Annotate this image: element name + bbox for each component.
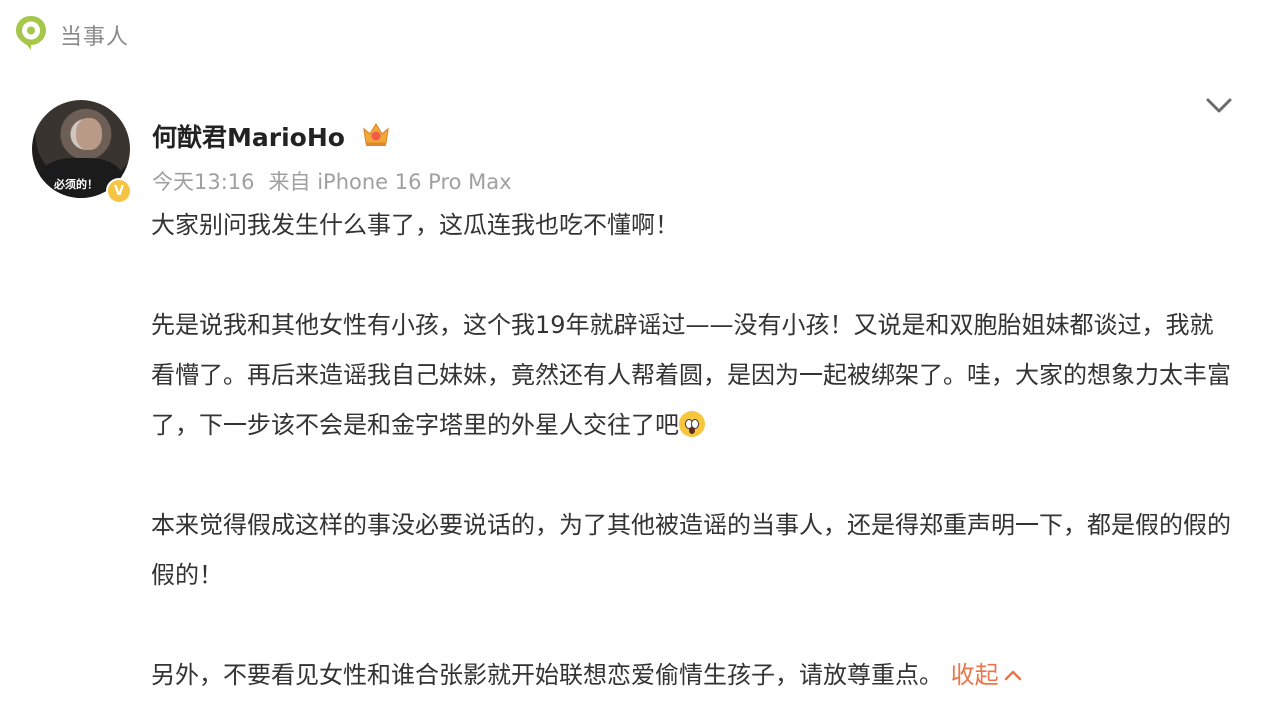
location-pin-icon bbox=[14, 14, 48, 56]
collapse-label[interactable]: 收起 bbox=[951, 650, 999, 700]
chevron-up-icon[interactable] bbox=[1003, 668, 1023, 682]
crown-badge-icon[interactable] bbox=[361, 119, 391, 153]
collapse-link[interactable]: 收起 bbox=[951, 650, 1023, 700]
avatar-caption: 必须的！ bbox=[54, 178, 98, 191]
avatar-face bbox=[76, 118, 102, 150]
post-time: 今天13:16 bbox=[152, 170, 255, 194]
post-source: 来自 iPhone 16 Pro Max bbox=[268, 170, 512, 194]
topic-label: 当事人 bbox=[60, 25, 130, 50]
post-paragraph: 大家别问我发生什么事了，这瓜连我也吃不懂啊！ bbox=[151, 211, 679, 239]
verified-icon: V bbox=[106, 178, 132, 204]
post-paragraph: 本来觉得假成这样的事没必要说话的，为了其他被造谣的当事人，还是得郑重声明一下，都… bbox=[151, 511, 1231, 589]
author-row: 何猷君MarioHo bbox=[152, 118, 391, 154]
chevron-down-icon[interactable] bbox=[1204, 94, 1234, 122]
post-paragraph: 先是说我和其他女性有小孩，这个我19年就辟谣过——没有小孩！又说是和双胞胎姐妹都… bbox=[151, 311, 1231, 439]
post-meta: 今天13:16 来自 iPhone 16 Pro Max bbox=[152, 166, 512, 196]
scream-emoji-icon bbox=[679, 411, 705, 437]
post-paragraph: 另外，不要看见女性和谁合张影就开始联想恋爱偷情生孩子，请放尊重点。 收起 bbox=[151, 650, 1231, 700]
author-name[interactable]: 何猷君MarioHo bbox=[152, 118, 345, 154]
post-body: 大家别问我发生什么事了，这瓜连我也吃不懂啊！ 先是说我和其他女性有小孩，这个我1… bbox=[151, 200, 1231, 700]
topic-header: 当事人 bbox=[14, 14, 129, 56]
